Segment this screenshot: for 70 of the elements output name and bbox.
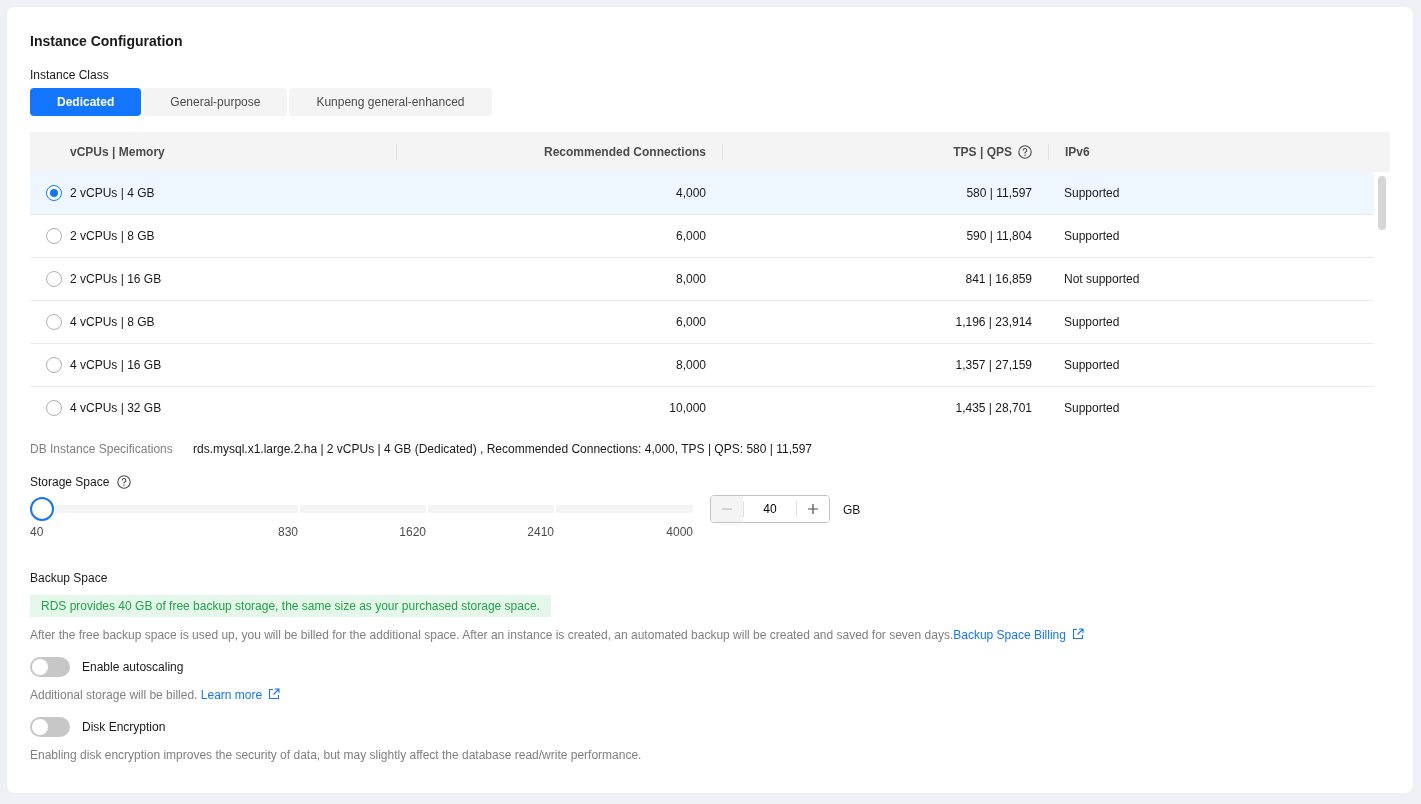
toggle-switch[interactable] xyxy=(30,657,70,677)
number-input[interactable]: 40 xyxy=(743,501,797,517)
plus-icon xyxy=(807,503,819,515)
field-label: Storage Space xyxy=(30,475,110,489)
scrollbar-thumb[interactable] xyxy=(1378,176,1386,230)
table-cell: 4 vCPUs | 32 GB xyxy=(70,401,162,415)
section-title: Instance Configuration xyxy=(30,33,184,49)
tick-label: 1620 xyxy=(399,525,426,539)
field-label: DB Instance Specifications xyxy=(30,442,173,456)
class-tab[interactable]: Kunpeng general-enhanced xyxy=(289,88,492,116)
class-tab[interactable]: Dedicated xyxy=(30,88,142,116)
unit-label: GB xyxy=(843,503,861,517)
tick-label: 2410 xyxy=(527,525,554,539)
table-cell: Supported xyxy=(1064,229,1120,243)
minus-button[interactable] xyxy=(711,496,743,522)
column-header: vCPUs | Memory xyxy=(70,144,165,160)
tick-label: 40 xyxy=(30,525,44,539)
toggle-switch[interactable] xyxy=(30,717,70,737)
table-cell: 8,000 xyxy=(675,358,706,372)
help-icon[interactable] xyxy=(1018,145,1032,159)
column-header: IPv6 xyxy=(1065,144,1090,160)
specifications-value: rds.mysql.x1.large.2.ha | 2 vCPUs | 4 GB (Dedicated) , Recommended Connections: 4,000, TPS | QPS: 580 | 11,597 xyxy=(193,442,812,456)
billing-link[interactable]: Backup Space Billing xyxy=(953,628,1084,642)
table-cell: 580 | 11,597 xyxy=(966,186,1032,200)
table-cell: Supported xyxy=(1064,401,1120,415)
table-cell: 2 vCPUs | 8 GB xyxy=(70,229,155,243)
toggle-label: Disk Encryption xyxy=(82,720,166,734)
table-cell: 1,196 | 23,914 xyxy=(955,315,1032,329)
table-cell: 2 vCPUs | 16 GB xyxy=(70,272,162,286)
table-cell: Supported xyxy=(1064,315,1120,329)
class-tab[interactable]: General-purpose xyxy=(143,88,288,116)
table-cell: 1,357 | 27,159 xyxy=(955,358,1032,372)
external-link-icon[interactable] xyxy=(1071,628,1084,640)
table-cell: 10,000 xyxy=(669,401,706,415)
table-cell: 841 | 16,859 xyxy=(965,272,1032,286)
external-link-icon[interactable] xyxy=(268,688,281,700)
description-text: Additional storage will be billed. Learn more xyxy=(30,687,1390,703)
table-cell: 6,000 xyxy=(675,229,706,243)
radio-button[interactable] xyxy=(46,357,62,373)
learn-more-link[interactable]: Learn more xyxy=(200,688,281,702)
table-cell: 8,000 xyxy=(675,272,706,286)
table-cell: Supported xyxy=(1064,186,1120,200)
number-stepper[interactable]: 40 xyxy=(710,495,830,523)
table-cell: 590 | 11,804 xyxy=(966,229,1032,243)
field-label: Backup Space xyxy=(30,571,109,585)
table-cell: 4 vCPUs | 16 GB xyxy=(70,358,162,372)
tick-label: 4000 xyxy=(666,525,693,539)
radio-button[interactable] xyxy=(46,185,62,201)
radio-button[interactable] xyxy=(46,400,62,416)
slider-thumb[interactable] xyxy=(30,497,54,521)
description-text: Enabling disk encryption improves the security of data, but may slightly affect the database read/write performance. xyxy=(30,747,643,763)
table-row[interactable]: 2 vCPUs | 4 GB 4,000 580 | 11,597 Supported xyxy=(30,172,1374,215)
tick-label: 830 xyxy=(277,525,298,539)
info-notice: RDS provides 40 GB of free backup storage, the same size as your purchased storage space. xyxy=(30,595,551,617)
radio-button[interactable] xyxy=(46,271,62,287)
help-icon[interactable] xyxy=(117,475,132,489)
table-cell: Not supported xyxy=(1064,272,1140,286)
table-cell: Supported xyxy=(1064,358,1120,372)
column-header: Recommended Connections xyxy=(543,144,706,160)
toggle-label: Enable autoscaling xyxy=(82,660,184,674)
field-label: Instance Class xyxy=(30,68,110,82)
description-text: After the free backup space is used up, you will be billed for the additional space. After an instance is created, an automated backup will be created and saved for seven days.Backup Space Billing xyxy=(30,627,1390,643)
table-cell: 1,435 | 28,701 xyxy=(955,401,1032,415)
column-header: TPS | QPS xyxy=(953,144,1012,160)
table-cell: 6,000 xyxy=(675,315,706,329)
table-cell: 4 vCPUs | 8 GB xyxy=(70,315,155,329)
table-cell: 4,000 xyxy=(675,186,706,200)
radio-button[interactable] xyxy=(46,314,62,330)
radio-button[interactable] xyxy=(46,228,62,244)
table-cell: 2 vCPUs | 4 GB xyxy=(70,186,155,200)
